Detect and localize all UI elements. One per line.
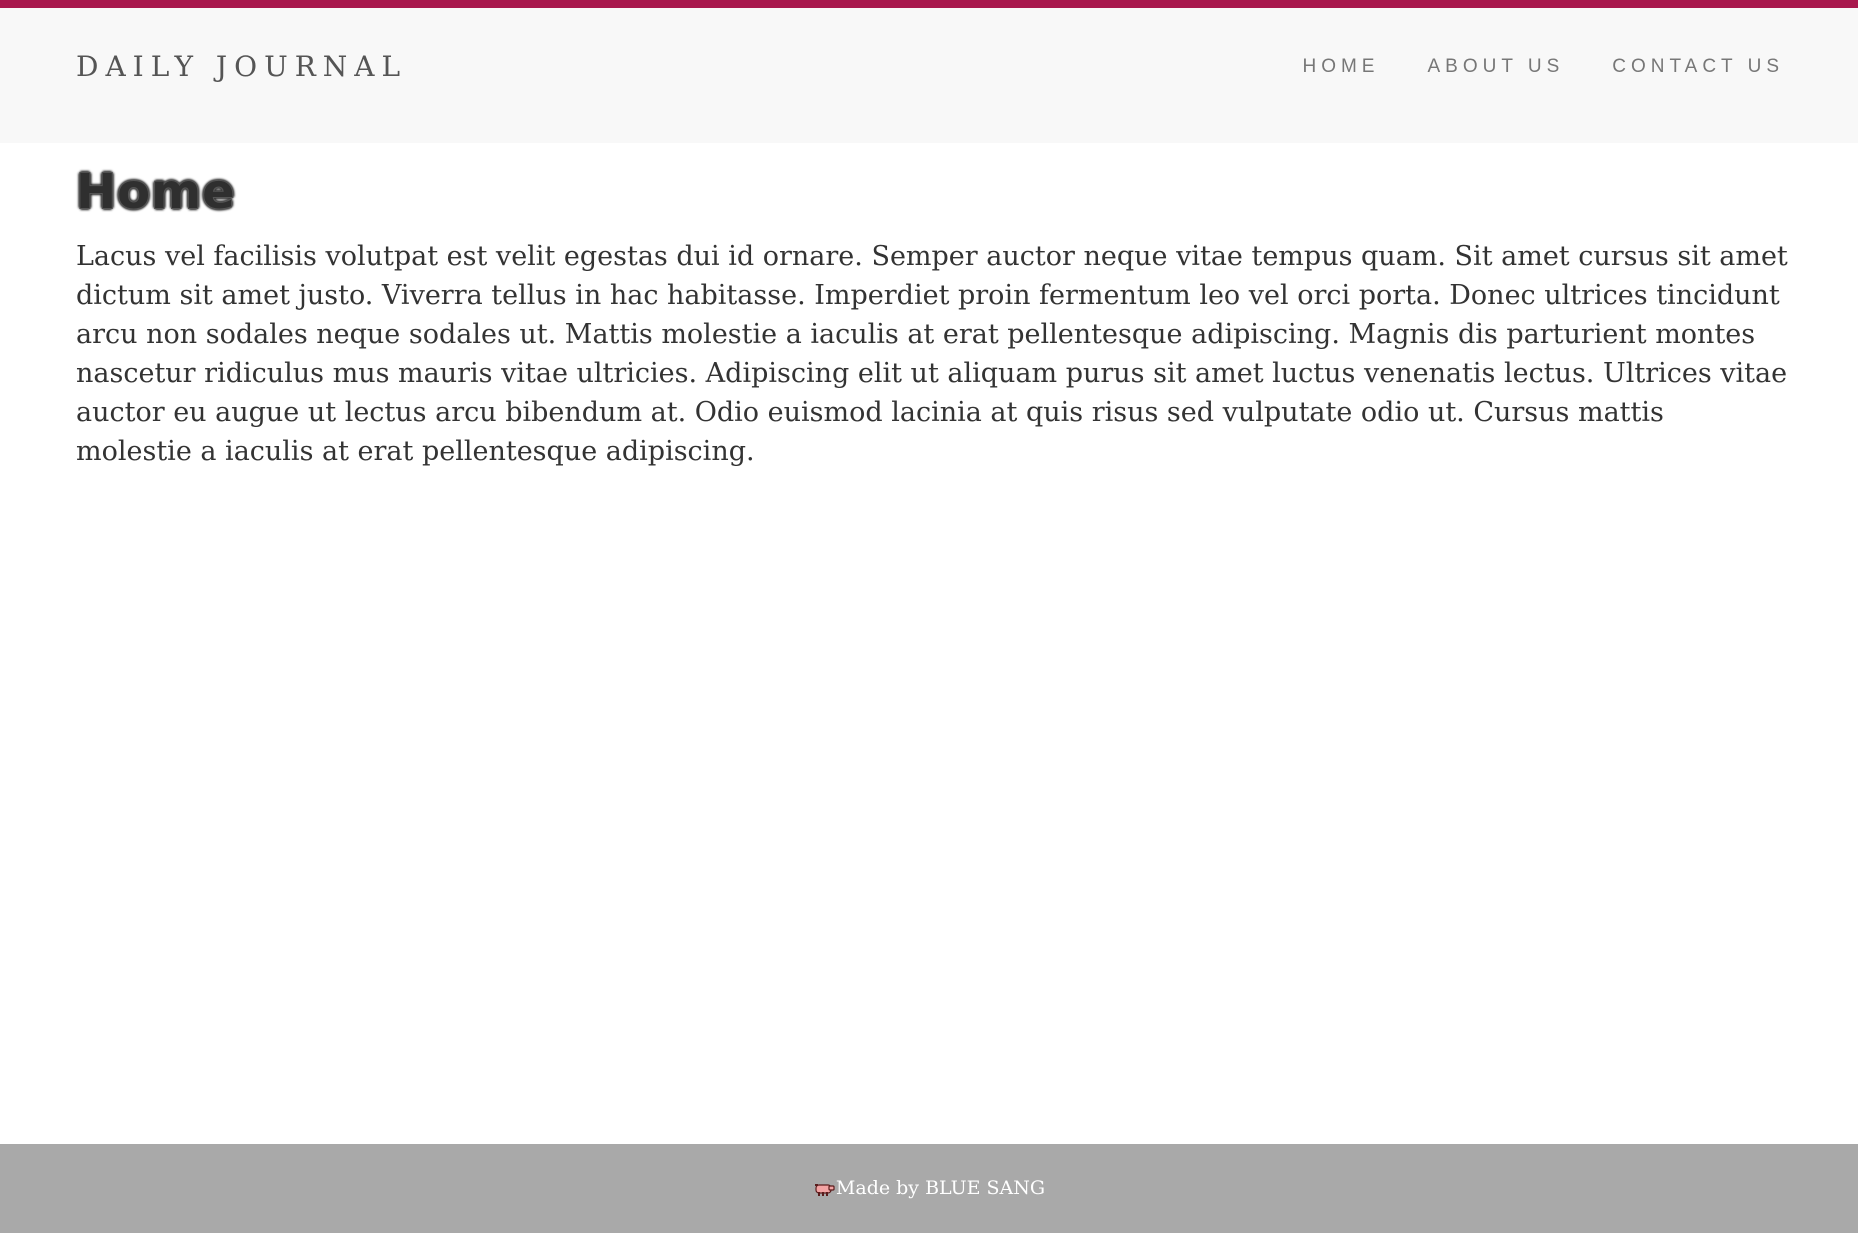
body-paragraph: Lacus vel facilisis volutpat est velit e… (76, 240, 1788, 467)
page-title: Home (76, 164, 236, 220)
nav-link-home[interactable]: HOME (1302, 56, 1379, 77)
footer-text: Made by BLUE SANG (835, 1177, 1046, 1199)
brand-logo-link[interactable]: DAILY JOURNAL (76, 50, 407, 83)
footer: Made by BLUE SANG (0, 1144, 1858, 1233)
footer-credit: Made by BLUE SANG (0, 1177, 1858, 1199)
nav-link-contact-us[interactable]: CONTACT US (1612, 56, 1784, 77)
accent-top-bar (0, 0, 1858, 8)
navbar: DAILY JOURNAL HOME ABOUT US CONTACT US (0, 8, 1858, 143)
pig-icon (814, 1184, 835, 1196)
nav-item-home: HOME (1302, 56, 1379, 78)
nav-link-about-us[interactable]: ABOUT US (1427, 56, 1564, 77)
nav-item-about-us: ABOUT US (1427, 56, 1564, 78)
nav-item-contact-us: CONTACT US (1612, 56, 1784, 78)
nav-menu: HOME ABOUT US CONTACT US (1302, 56, 1784, 78)
main-content: Home Lacus vel facilisis volutpat est ve… (76, 166, 1788, 471)
